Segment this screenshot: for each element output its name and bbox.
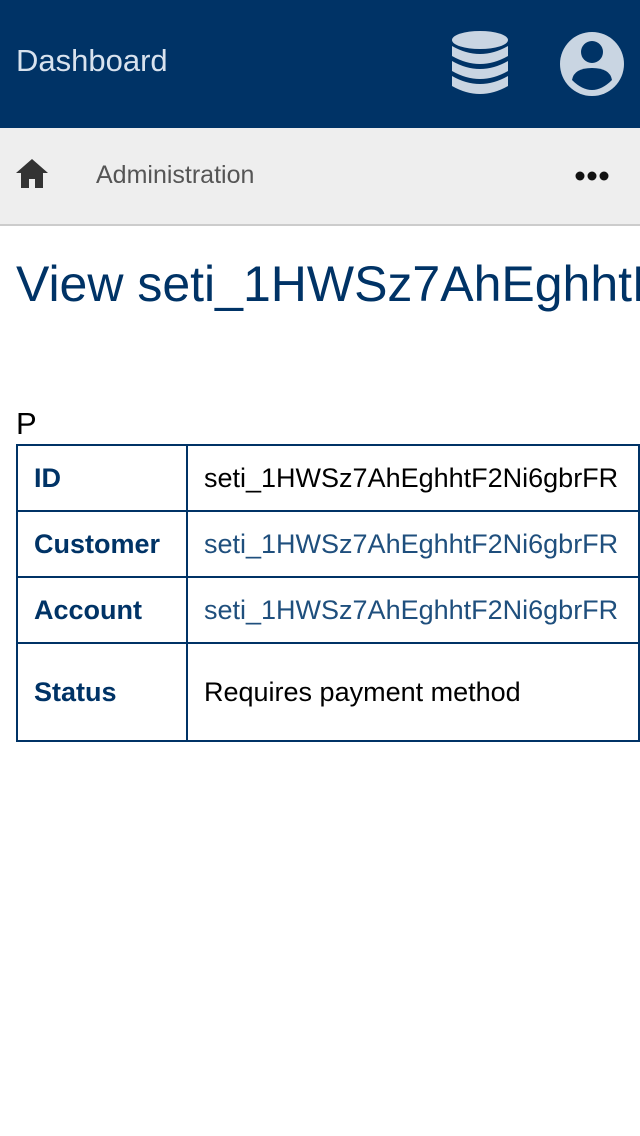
row-value-id: seti_1HWSz7AhEghhtF2Ni6gbrFR (186, 444, 640, 512)
customer-link[interactable]: seti_1HWSz7AhEghhtF2Ni6gbrFR (204, 529, 618, 559)
row-label-status: Status (16, 642, 188, 742)
row-label-id: ID (16, 444, 188, 512)
row-label-account: Account (16, 576, 188, 644)
account-link[interactable]: seti_1HWSz7AhEghhtF2Ni6gbrFR (204, 595, 618, 625)
row-value-status: Requires payment method (186, 642, 640, 742)
details-table: ID seti_1HWSz7AhEghhtF2Ni6gbrFR Customer… (16, 444, 640, 742)
row-value-customer-cell: seti_1HWSz7AhEghhtF2Ni6gbrFR (186, 510, 640, 578)
details-table-clip: ID seti_1HWSz7AhEghhtF2Ni6gbrFR Customer… (0, 0, 640, 1136)
table-row: Customer seti_1HWSz7AhEghhtF2Ni6gbrFR (16, 510, 640, 578)
table-row: Status Requires payment method (16, 642, 640, 742)
table-row: ID seti_1HWSz7AhEghhtF2Ni6gbrFR (16, 444, 640, 512)
row-label-customer: Customer (16, 510, 188, 578)
row-value-account-cell: seti_1HWSz7AhEghhtF2Ni6gbrFR (186, 576, 640, 644)
table-row: Account seti_1HWSz7AhEghhtF2Ni6gbrFR (16, 576, 640, 644)
